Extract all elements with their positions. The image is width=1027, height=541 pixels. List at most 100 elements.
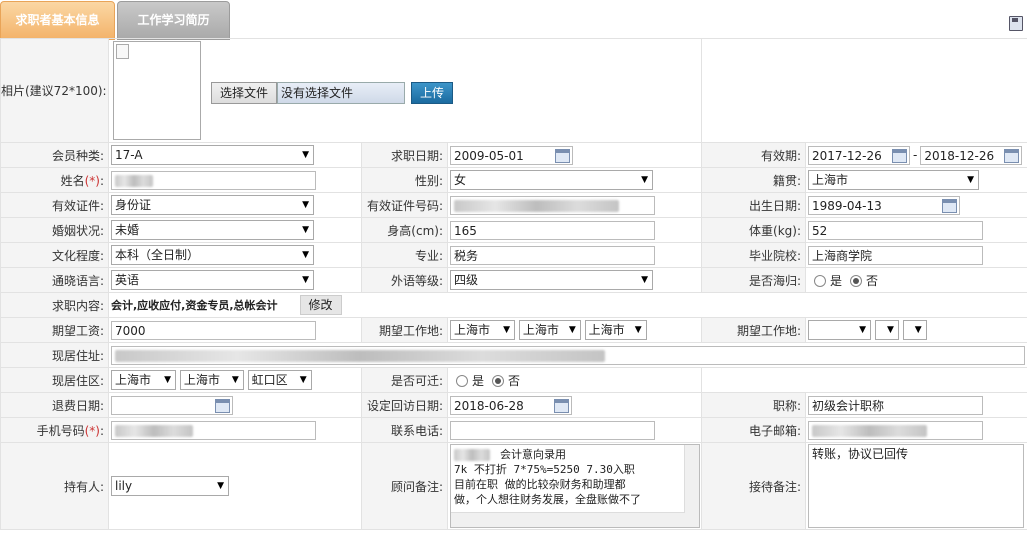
- tab-basic-info[interactable]: 求职者基本信息: [0, 1, 115, 40]
- note-horizontal-scrollbar[interactable]: [451, 512, 685, 527]
- gender-select[interactable]: 女 ▼: [450, 170, 653, 190]
- education-select[interactable]: 本科（全日制） ▼: [111, 245, 314, 265]
- address-input[interactable]: [111, 345, 1025, 365]
- mobile-input[interactable]: [111, 420, 316, 440]
- apply-date-label: 求职日期:: [361, 142, 448, 168]
- member-type-select[interactable]: 17-A ▼: [111, 145, 314, 165]
- member-type-label: 会员种类:: [0, 142, 109, 168]
- owner-label: 持有人:: [0, 442, 109, 530]
- job-title-input[interactable]: 初级会计职称: [808, 395, 984, 415]
- tab-bar: 求职者基本信息 工作学习简历: [0, 0, 1027, 40]
- major-input[interactable]: 税务: [450, 245, 655, 265]
- overseas-yes-radio[interactable]: [814, 275, 827, 287]
- residence-area-label: 现居住区:: [0, 367, 109, 393]
- work-location-2-label: 期望工作地:: [701, 317, 807, 343]
- salary-input[interactable]: 7000: [111, 320, 316, 340]
- email-input[interactable]: [808, 420, 984, 440]
- work-location-select-1[interactable]: 上海市 ▼: [450, 320, 515, 340]
- reception-note-textarea[interactable]: 转账，协议已回传: [808, 444, 1025, 528]
- cert-type-label: 有效证件:: [0, 192, 109, 218]
- calendar-icon[interactable]: [555, 148, 570, 163]
- weight-label: 体重(kg):: [701, 217, 807, 243]
- cert-number-label: 有效证件号码:: [361, 192, 448, 218]
- upload-button[interactable]: 上传: [411, 82, 454, 104]
- edit-job-button[interactable]: 修改: [299, 295, 342, 315]
- photo-label: 相片(建议72*100):: [0, 38, 109, 143]
- weight-input[interactable]: 52: [808, 220, 984, 240]
- overseas-label: 是否海归:: [701, 267, 807, 293]
- native-place-select[interactable]: 上海市 ▼: [808, 170, 980, 190]
- choose-file-button[interactable]: 选择文件: [211, 82, 278, 104]
- valid-period-label: 有效期:: [701, 142, 807, 168]
- file-name-display: 没有选择文件: [277, 82, 406, 104]
- residence-select-3[interactable]: 虹口区 ▼: [247, 370, 312, 390]
- residence-select-1[interactable]: 上海市 ▼: [111, 370, 176, 390]
- address-label: 现居住址:: [0, 342, 109, 368]
- relocate-label: 是否可迁:: [361, 367, 448, 393]
- apply-date-input[interactable]: 2009-05-01: [450, 145, 573, 165]
- height-label: 身高(cm):: [361, 217, 448, 243]
- work-location2-select-3[interactable]: ▼: [902, 320, 927, 340]
- note-scrollbar[interactable]: [684, 445, 699, 527]
- owner-select[interactable]: lily ▼: [111, 476, 229, 496]
- calendar-icon[interactable]: [942, 198, 958, 213]
- cert-type-select[interactable]: 身份证 ▼: [111, 195, 314, 215]
- overseas-no-radio[interactable]: [850, 275, 863, 287]
- refund-date-input[interactable]: [111, 395, 233, 415]
- overseas-no-text: 否: [866, 273, 879, 288]
- tab-work-history[interactable]: 工作学习简历: [117, 1, 230, 40]
- email-label: 电子邮箱:: [701, 417, 807, 443]
- relocate-no-text: 否: [508, 373, 521, 388]
- applicant-form: 相片(建议72*100): 选择文件 没有选择文件 上传 会员种类: 17-A ▼…: [0, 38, 1027, 530]
- height-input[interactable]: 165: [450, 220, 655, 240]
- contact-phone-input[interactable]: [450, 420, 655, 440]
- overseas-yes-text: 是: [830, 273, 843, 288]
- native-place-label: 籍贯:: [701, 167, 807, 193]
- photo-preview: [113, 41, 201, 140]
- job-title-label: 职称:: [701, 392, 807, 418]
- gender-label: 性别:: [361, 167, 448, 193]
- name-input[interactable]: [111, 170, 316, 190]
- refund-date-label: 退费日期:: [0, 392, 109, 418]
- work-location2-select-2[interactable]: ▼: [874, 320, 899, 340]
- work-location-label: 期望工作地:: [361, 317, 448, 343]
- consultant-note-label: 顾问备注:: [361, 442, 448, 530]
- school-input[interactable]: 上海商学院: [808, 245, 984, 265]
- relocate-yes-radio[interactable]: [456, 375, 468, 387]
- broken-image-icon: [116, 44, 129, 59]
- language-level-label: 外语等级:: [361, 267, 448, 293]
- job-content-label: 求职内容:: [0, 292, 109, 318]
- name-label: 姓名(*):: [0, 167, 109, 193]
- major-label: 专业:: [361, 242, 448, 268]
- visit-date-input[interactable]: 2018-06-28: [450, 395, 572, 415]
- work-location2-select-1[interactable]: ▼: [808, 320, 872, 340]
- calendar-icon[interactable]: [1004, 148, 1020, 163]
- school-label: 毕业院校:: [701, 242, 807, 268]
- date-separator: -: [913, 147, 918, 162]
- calendar-icon[interactable]: [554, 398, 569, 413]
- consultant-note-textarea[interactable]: 会计意向录用 7k 不打折 7*75%=5250 7.30入职 目前在职 做的比…: [450, 444, 700, 528]
- language-level-select[interactable]: 四级 ▼: [450, 270, 653, 290]
- birth-date-label: 出生日期:: [701, 192, 807, 218]
- calendar-icon[interactable]: [215, 398, 230, 413]
- language-label: 通晓语言:: [0, 267, 109, 293]
- valid-from-input[interactable]: 2017-12-26: [808, 145, 911, 165]
- reception-note-label: 接待备注:: [701, 442, 807, 530]
- mobile-label: 手机号码(*):: [0, 417, 109, 443]
- cert-number-input[interactable]: [450, 195, 655, 215]
- valid-to-input[interactable]: 2018-12-26: [920, 145, 1023, 165]
- calendar-icon[interactable]: [892, 148, 908, 163]
- work-location-select-3[interactable]: 上海市 ▼: [584, 320, 647, 340]
- residence-select-2[interactable]: 上海市 ▼: [179, 370, 244, 390]
- marital-label: 婚姻状况:: [0, 217, 109, 243]
- birth-date-input[interactable]: 1989-04-13: [808, 195, 961, 215]
- contact-phone-label: 联系电话:: [361, 417, 448, 443]
- relocate-no-radio[interactable]: [492, 375, 505, 387]
- marital-select[interactable]: 未婚 ▼: [111, 220, 314, 240]
- education-label: 文化程度:: [0, 242, 109, 268]
- save-icon[interactable]: [1009, 16, 1023, 31]
- language-select[interactable]: 英语 ▼: [111, 270, 314, 290]
- visit-date-label: 设定回访日期:: [361, 392, 448, 418]
- relocate-yes-text: 是: [472, 373, 485, 388]
- work-location-select-2[interactable]: 上海市 ▼: [518, 320, 581, 340]
